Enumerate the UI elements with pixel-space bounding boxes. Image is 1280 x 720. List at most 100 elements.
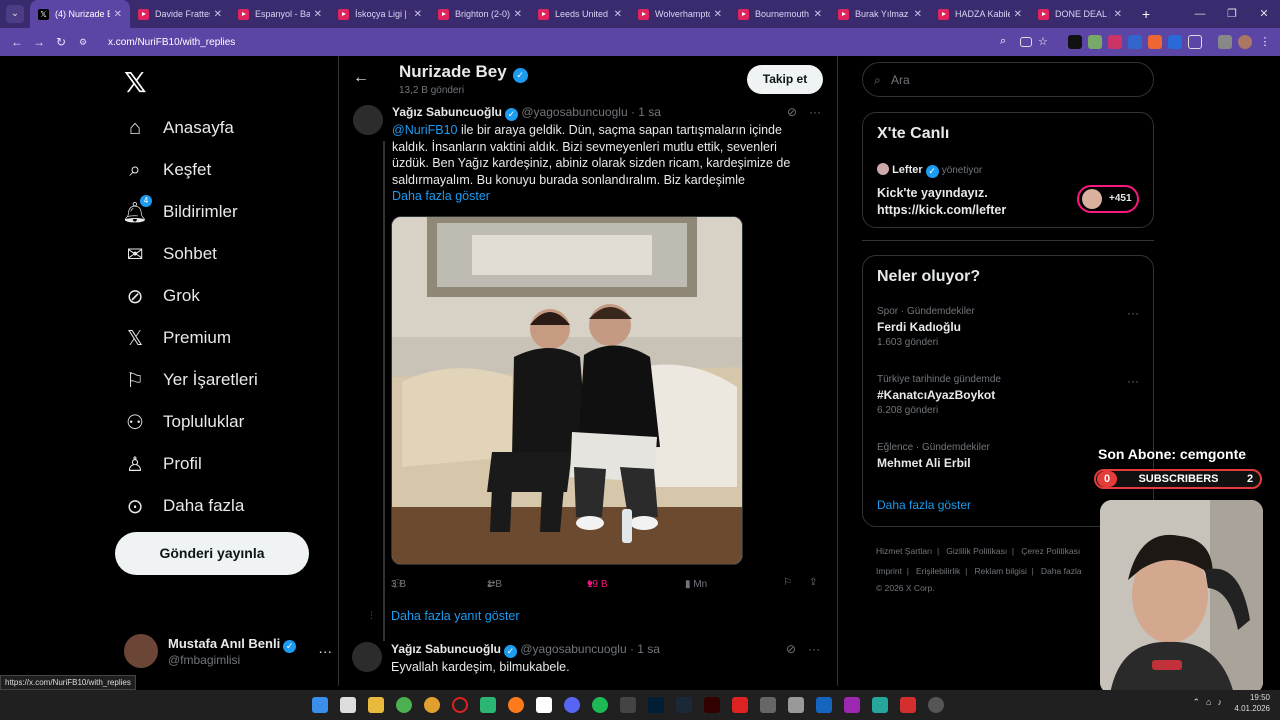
browser-tab[interactable]: Espanyol - Barcelona ✕ — [230, 0, 330, 28]
photoshop-icon[interactable] — [648, 697, 664, 713]
browser-tab[interactable]: HADZA Kabile ✕ — [930, 0, 1030, 28]
illustrator-icon[interactable] — [704, 697, 720, 713]
author-name[interactable]: Yağız Sabuncuoğlu — [391, 642, 501, 656]
spotify-icon[interactable] — [592, 697, 608, 713]
author-name[interactable]: Yağız Sabuncuoğlu — [392, 105, 502, 119]
tab-close-icon[interactable]: ✕ — [914, 9, 922, 20]
grok-icon[interactable]: ⊘ — [786, 642, 796, 656]
taskbar-app-icon[interactable] — [844, 697, 860, 713]
bookmark-icon[interactable]: ⚐ — [783, 577, 792, 588]
nav-item-sohbet[interactable]: ✉ Sohbet — [122, 234, 217, 274]
search-input[interactable]: ⌕ Ara — [862, 62, 1154, 97]
nav-item-keşfet[interactable]: ⌕ Keşfet — [122, 150, 211, 190]
tab-close-icon[interactable]: ✕ — [1114, 9, 1122, 20]
extensions-puzzle-icon[interactable] — [1188, 35, 1202, 49]
extension-icon[interactable] — [1108, 35, 1122, 49]
tab-close-icon[interactable]: ✕ — [414, 9, 422, 20]
forward-nav-icon[interactable]: → — [28, 35, 50, 49]
grok-icon[interactable]: ⊘ — [787, 105, 797, 119]
tweet[interactable]: Yağız Sabuncuoğlu ✓ @yagosabuncuoglu · 1 … — [352, 642, 824, 682]
browser-tab[interactable]: Brighton (2-0) ✕ — [430, 0, 530, 28]
browser-tab[interactable]: DONE DEAL | ✕ — [1030, 0, 1130, 28]
tweet-more-icon[interactable]: ··· — [808, 642, 820, 656]
tab-close-icon[interactable]: ✕ — [614, 9, 622, 20]
author-handle[interactable]: @yagosabuncuoglu — [521, 105, 627, 119]
browser-tab[interactable]: Wolverhampton ✕ — [630, 0, 730, 28]
star-icon[interactable]: ☆ — [1038, 35, 1052, 49]
taskbar-app-icon[interactable] — [620, 697, 636, 713]
tab-close-icon[interactable]: ✕ — [214, 9, 222, 20]
nav-item-yer-i̇şaretleri[interactable]: ⚐ Yer İşaretleri — [122, 360, 258, 400]
follow-button[interactable]: Takip et — [747, 65, 823, 94]
live-host[interactable]: Lefter — [892, 164, 923, 176]
author-handle[interactable]: @yagosabuncuoglu — [520, 642, 626, 656]
start-icon[interactable] — [312, 697, 328, 713]
discord-icon[interactable] — [564, 697, 580, 713]
maximize-button[interactable]: ❐ — [1216, 0, 1248, 28]
trend-item[interactable]: Spor · Gündemdekiler Ferdi Kadıoğlu 1.60… — [877, 306, 975, 348]
acrobat-icon[interactable] — [732, 697, 748, 713]
zoom-icon[interactable]: ⌕ — [1000, 35, 1014, 49]
browser-menu-icon[interactable]: ⋮ — [1258, 35, 1272, 49]
tab-search-button[interactable]: ⌄ — [6, 5, 24, 23]
x-logo-icon[interactable]: 𝕏 — [124, 66, 147, 99]
footer-link[interactable]: Daha fazla — [1041, 566, 1082, 576]
footer-link[interactable]: Reklam bilgisi — [974, 566, 1026, 576]
taskbar-app-icon[interactable] — [536, 697, 552, 713]
nav-item-topluluklar[interactable]: ⚇ Topluluklar — [122, 402, 244, 442]
footer-link[interactable]: Gizlilik Politikası — [946, 546, 1007, 556]
firefox-icon[interactable] — [508, 697, 524, 713]
new-tab-button[interactable]: + — [1142, 6, 1150, 22]
trend-item[interactable]: Eğlence · Gündemdekiler Mehmet Ali Erbil — [877, 442, 990, 470]
chrome-icon[interactable] — [396, 697, 412, 713]
browser-tab[interactable]: Leeds United | ✕ — [530, 0, 630, 28]
chrome-icon[interactable] — [424, 697, 440, 713]
extension-icon[interactable] — [1068, 35, 1082, 49]
taskbar-app-icon[interactable] — [480, 697, 496, 713]
taskbar-app-icon[interactable] — [900, 697, 916, 713]
site-info-icon[interactable]: ⚙ — [72, 37, 94, 48]
tab-close-icon[interactable]: ✕ — [814, 9, 822, 20]
opera-icon[interactable] — [452, 697, 468, 713]
trends-show-more[interactable]: Daha fazla göster — [877, 498, 971, 512]
folder-icon[interactable] — [368, 697, 384, 713]
system-tray-icons[interactable]: ⌃⌂♪ — [1193, 697, 1228, 708]
tab-close-icon[interactable]: ✕ — [314, 9, 322, 20]
nav-item-bildirimler[interactable]: 🔔︎ 4 Bildirimler — [122, 192, 238, 232]
nav-item-grok[interactable]: ⊘ Grok — [122, 276, 200, 316]
tab-close-icon[interactable]: ✕ — [1014, 9, 1022, 20]
browser-tab[interactable]: İskoçya Ligi | C ✕ — [330, 0, 430, 28]
share-icon[interactable]: ⇪ — [809, 577, 817, 588]
reload-icon[interactable]: ↻ — [50, 35, 72, 49]
tweet-time[interactable]: · 1 sa — [631, 105, 661, 119]
trend-item[interactable]: Türkiye tarihinde gündemde #KanatcıAyazB… — [877, 374, 1001, 416]
browser-tab[interactable]: Burak Yılmaz | ✕ — [830, 0, 930, 28]
footer-link[interactable]: Erişilebilirlik — [916, 566, 960, 576]
taskbar-app-icon[interactable] — [340, 697, 356, 713]
minimize-button[interactable]: — — [1184, 0, 1216, 28]
extension-icon[interactable] — [1128, 35, 1142, 49]
extension-icon[interactable] — [1088, 35, 1102, 49]
taskbar-app-icon[interactable] — [760, 697, 776, 713]
extension-icon[interactable] — [1148, 35, 1162, 49]
live-link[interactable]: https://kick.com/lefter — [877, 202, 1006, 219]
obs-icon[interactable] — [928, 697, 944, 713]
browser-tab[interactable]: Davide Frattesi ✕ — [130, 0, 230, 28]
back-nav-icon[interactable]: ← — [6, 35, 28, 49]
tab-close-icon[interactable]: ✕ — [514, 9, 522, 20]
tweet-more-icon[interactable]: ··· — [809, 105, 821, 119]
steam-icon[interactable] — [676, 697, 692, 713]
extension-icon[interactable] — [1168, 35, 1182, 49]
footer-link[interactable]: Çerez Politikası — [1021, 546, 1080, 556]
sidebar-icon[interactable] — [1218, 35, 1232, 49]
close-window-button[interactable]: ✕ — [1248, 0, 1280, 28]
cast-icon[interactable] — [1020, 37, 1032, 47]
show-more-replies-link[interactable]: Daha fazla yanıt göster — [391, 609, 520, 623]
account-switcher[interactable]: Mustafa Anıl Benli ✓ @fmbagimlisi ··· — [124, 634, 332, 668]
live-card[interactable]: X'te Canlı Lefter ✓ yönetiyor Kick'te yay… — [862, 112, 1154, 228]
avatar[interactable] — [353, 105, 383, 135]
settings-icon[interactable] — [788, 697, 804, 713]
tab-close-icon[interactable]: ✕ — [714, 9, 722, 20]
back-arrow-icon[interactable]: ← — [353, 69, 369, 87]
footer-link[interactable]: Hizmet Şartları — [876, 546, 932, 556]
